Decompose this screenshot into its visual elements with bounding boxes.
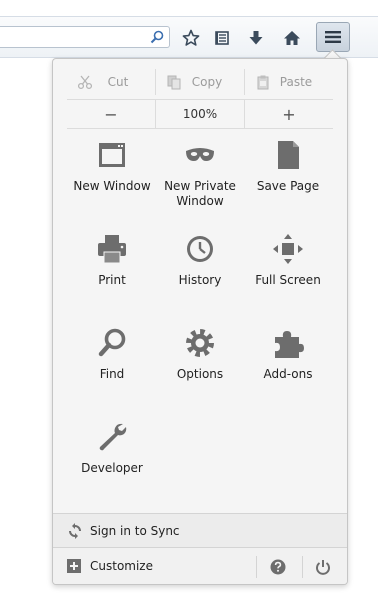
history-label: History xyxy=(178,273,222,287)
bookmark-star-button[interactable] xyxy=(177,24,205,52)
main-menu-panel: Cut Copy Paste − 100% + New Window New P… xyxy=(52,58,348,585)
help-icon[interactable] xyxy=(270,559,286,575)
save-page-button[interactable]: Save Page xyxy=(243,139,333,229)
find-button[interactable]: Find xyxy=(67,327,157,417)
gear-icon xyxy=(186,329,214,357)
customize-label: Customize xyxy=(90,559,153,573)
save-page-label: Save Page xyxy=(256,179,320,193)
full-screen-label: Full Screen xyxy=(255,273,321,287)
zoom-controls: − 100% + xyxy=(67,99,333,129)
magnifier-icon xyxy=(98,328,126,357)
add-ons-button[interactable]: Add-ons xyxy=(243,327,333,417)
hamburger-menu-icon xyxy=(325,31,341,43)
puzzle-icon xyxy=(275,331,304,358)
zoom-out-label: − xyxy=(104,104,118,124)
new-window-button[interactable]: New Window xyxy=(67,139,157,229)
home-button[interactable] xyxy=(278,24,306,52)
home-icon xyxy=(284,31,300,45)
options-button[interactable]: Options xyxy=(155,327,245,417)
history-button[interactable]: History xyxy=(155,233,245,323)
search-box[interactable] xyxy=(0,26,170,48)
navigation-toolbar xyxy=(0,16,378,58)
open-menu-button[interactable] xyxy=(316,22,350,52)
add-ons-label: Add-ons xyxy=(263,367,313,381)
clock-icon xyxy=(187,236,213,262)
footer-divider xyxy=(256,556,257,578)
scissors-icon xyxy=(77,75,93,90)
plus-box-icon xyxy=(67,559,81,573)
zoom-level-label: 100% xyxy=(182,107,218,121)
zoom-reset-button[interactable]: 100% xyxy=(155,100,244,128)
power-icon[interactable] xyxy=(315,559,331,575)
zoom-in-button[interactable]: + xyxy=(244,100,333,128)
reading-list-button[interactable] xyxy=(208,24,236,52)
developer-label: Developer xyxy=(81,461,143,475)
zoom-out-button[interactable]: − xyxy=(67,100,155,128)
sync-button[interactable]: Sign in to Sync xyxy=(53,513,347,548)
paste-icon xyxy=(257,75,269,90)
search-input[interactable] xyxy=(0,27,148,47)
search-icon[interactable] xyxy=(149,29,165,45)
printer-icon xyxy=(98,235,126,264)
downloads-icon xyxy=(249,31,263,45)
save-page-icon xyxy=(278,141,299,169)
cut-label: Cut xyxy=(107,75,129,89)
downloads-button[interactable] xyxy=(242,24,270,52)
options-label: Options xyxy=(176,367,224,381)
find-label: Find xyxy=(99,367,125,381)
new-private-window-label: New Private Window xyxy=(164,179,236,208)
copy-icon xyxy=(167,75,181,90)
edit-controls: Cut Copy Paste xyxy=(67,69,333,95)
footer-divider xyxy=(302,556,303,578)
paste-label: Paste xyxy=(279,75,313,89)
print-label: Print xyxy=(98,273,126,287)
new-window-icon xyxy=(99,143,125,167)
new-window-label: New Window xyxy=(73,179,151,193)
copy-button[interactable]: Copy xyxy=(155,69,244,95)
sync-icon xyxy=(69,523,81,539)
bookmark-star-icon xyxy=(182,29,200,46)
cut-button[interactable]: Cut xyxy=(67,69,155,95)
reading-list-icon xyxy=(215,31,229,45)
zoom-in-label: + xyxy=(282,104,296,124)
fullscreen-arrows-icon xyxy=(273,234,303,264)
panel-footer: Customize xyxy=(53,548,347,584)
paste-button[interactable]: Paste xyxy=(244,69,333,95)
private-mask-icon xyxy=(186,148,214,161)
developer-button[interactable]: Developer xyxy=(67,421,157,511)
full-screen-button[interactable]: Full Screen xyxy=(243,233,333,323)
sync-label: Sign in to Sync xyxy=(90,524,180,538)
copy-label: Copy xyxy=(191,75,223,89)
wrench-icon xyxy=(99,423,127,451)
print-button[interactable]: Print xyxy=(67,233,157,323)
new-private-window-button[interactable]: New Private Window xyxy=(155,139,245,229)
